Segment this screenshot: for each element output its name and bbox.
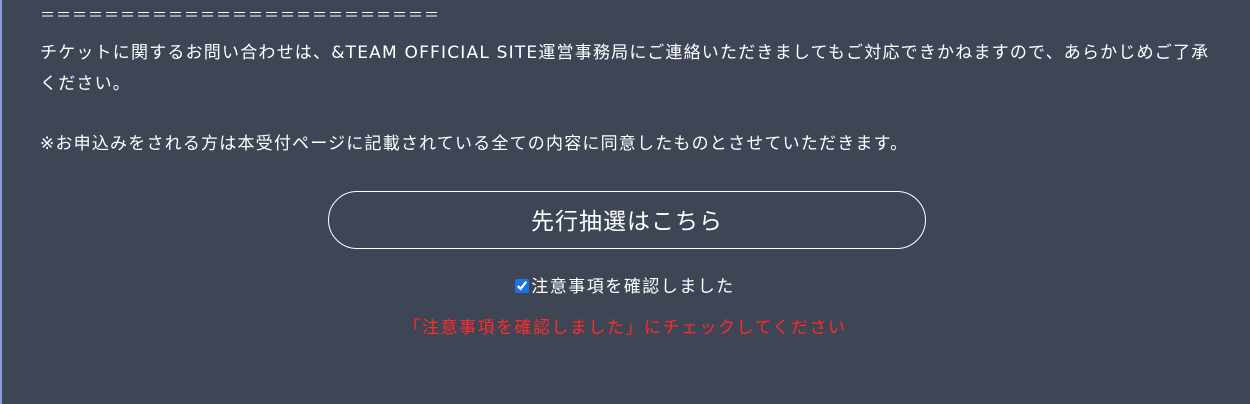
text-divider: ＝＝＝＝＝＝＝＝＝＝＝＝＝＝＝＝＝＝＝＝＝＝＝＝＝: [40, 6, 441, 24]
confirm-checkbox-row: 注意事項を確認しました: [0, 276, 1250, 298]
contact-notice: チケットに関するお問い合わせは、&TEAM OFFICIAL SITE運営事務局…: [40, 43, 1210, 94]
left-edge-border: [0, 0, 2, 404]
confirm-checkbox[interactable]: [515, 279, 530, 293]
pre-lottery-button[interactable]: 先行抽選はこちら: [328, 191, 926, 249]
confirm-label-text: 注意事項を確認しました: [531, 277, 735, 297]
error-message: 「注意事項を確認しました」にチェックしてください: [403, 318, 847, 338]
confirm-checkbox-label[interactable]: 注意事項を確認しました: [515, 277, 735, 297]
agreement-notice: ※お申込みをされる方は本受付ページに記載されている全ての内容に同意したものとさせ…: [40, 134, 909, 154]
